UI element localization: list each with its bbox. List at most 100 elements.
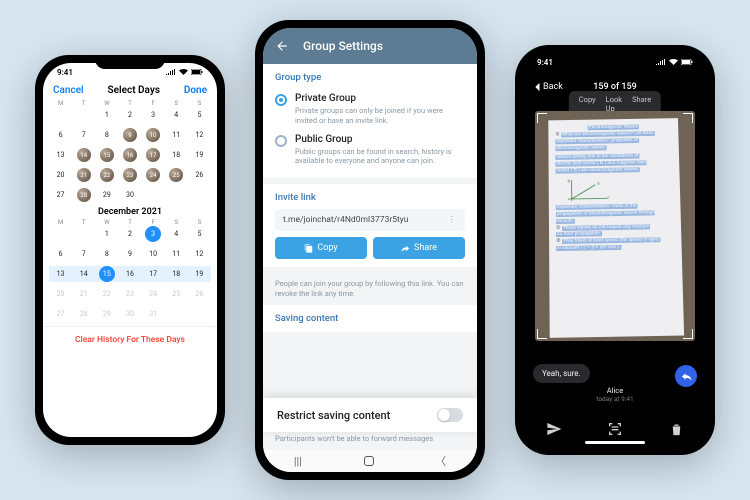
day-cell[interactable]: 10 (142, 127, 165, 143)
day-cell[interactable]: 4 (165, 107, 188, 123)
day-cell (49, 107, 72, 123)
day-cell[interactable]: 23 (118, 167, 141, 183)
day-cell[interactable]: 25 (165, 167, 188, 183)
day-cell[interactable]: 29 (95, 187, 118, 203)
day-cell[interactable]: 18 (165, 147, 188, 163)
day-cell[interactable]: 7 (72, 127, 95, 143)
crop-handle-tr[interactable] (683, 113, 693, 123)
delete-icon[interactable] (669, 422, 684, 437)
day-cell[interactable]: 23 (118, 286, 141, 302)
day-cell[interactable]: 24 (142, 167, 165, 183)
day-cell[interactable]: 17 (142, 147, 165, 163)
day-cell[interactable]: 19 (188, 266, 211, 282)
copy-button[interactable]: Copy (275, 237, 367, 259)
day-cell[interactable]: 6 (49, 127, 72, 143)
day-cell[interactable]: 7 (72, 246, 95, 262)
day-cell[interactable]: 9 (118, 246, 141, 262)
day-cell (49, 226, 72, 242)
private-group-option[interactable]: Private Group Private groups can only be… (275, 89, 465, 130)
document-viewport[interactable]: Electromagnetic Waves ① What are electro… (535, 111, 695, 341)
month1-grid[interactable]: 1234567891011121314151617181920212223242… (43, 107, 217, 203)
day-cell[interactable]: 27 (49, 306, 72, 322)
day-cell[interactable]: 14 (72, 266, 95, 282)
home-indicator[interactable] (585, 441, 645, 444)
recent-apps-icon[interactable]: ||| (294, 455, 302, 468)
group-type-label: Group type (275, 72, 465, 83)
day-cell[interactable]: 31 (142, 306, 165, 322)
toggle-switch[interactable] (437, 408, 463, 422)
day-cell[interactable]: 24 (142, 286, 165, 302)
day-cell[interactable]: 18 (165, 266, 188, 282)
day-cell[interactable]: 8 (95, 246, 118, 262)
day-cell[interactable]: 21 (72, 167, 95, 183)
invite-link-field[interactable]: t.me/joinchat/r4Nd0mI3773r5tyu ⋮ (275, 209, 465, 231)
day-cell[interactable]: 2 (118, 107, 141, 123)
crop-handle-bl[interactable] (537, 329, 547, 339)
day-cell[interactable]: 21 (72, 286, 95, 302)
day-cell[interactable]: 11 (165, 246, 188, 262)
day-cell[interactable]: 2 (118, 226, 141, 242)
day-cell[interactable]: 17 (142, 266, 165, 282)
back-icon[interactable]: 〈 (435, 453, 446, 469)
reply-button[interactable] (675, 365, 697, 387)
day-cell[interactable]: 20 (49, 167, 72, 183)
day-cell[interactable]: 10 (142, 246, 165, 262)
day-cell[interactable]: 12 (188, 246, 211, 262)
day-cell[interactable]: 1 (95, 107, 118, 123)
weekday-label: T (72, 219, 95, 226)
wifi-icon (669, 59, 678, 65)
day-cell[interactable]: 22 (95, 167, 118, 183)
day-cell[interactable]: 15 (95, 266, 118, 282)
crop-handle-br[interactable] (683, 329, 693, 339)
share-button[interactable]: Share (373, 237, 465, 259)
notch (95, 55, 165, 69)
day-cell[interactable]: 13 (49, 147, 72, 163)
day-cell[interactable]: 6 (49, 246, 72, 262)
day-cell[interactable]: 4 (165, 226, 188, 242)
signal-icon (166, 69, 176, 75)
public-group-option[interactable]: Public Group Public groups can be found … (275, 130, 465, 171)
day-cell[interactable]: 15 (95, 147, 118, 163)
day-cell[interactable]: 30 (118, 306, 141, 322)
back-button[interactable]: Back (533, 82, 563, 92)
day-cell[interactable]: 30 (118, 187, 141, 203)
day-cell (72, 226, 95, 242)
send-icon[interactable] (546, 421, 562, 437)
day-cell[interactable]: 9 (118, 127, 141, 143)
day-cell[interactable]: 11 (165, 127, 188, 143)
back-arrow-icon[interactable] (275, 39, 289, 53)
private-group-title: Private Group (295, 93, 465, 104)
day-cell[interactable]: 13 (49, 266, 72, 282)
day-cell[interactable]: 20 (49, 286, 72, 302)
done-button[interactable]: Done (184, 85, 207, 96)
cancel-button[interactable]: Cancel (53, 85, 84, 96)
home-icon[interactable] (364, 456, 374, 466)
weekday-label: T (118, 100, 141, 107)
day-cell[interactable]: 14 (72, 147, 95, 163)
day-cell[interactable]: 28 (72, 187, 95, 203)
day-cell[interactable]: 29 (95, 306, 118, 322)
day-cell[interactable]: 12 (188, 127, 211, 143)
day-cell[interactable]: 28 (72, 306, 95, 322)
day-cell[interactable]: 5 (188, 226, 211, 242)
day-cell[interactable]: 27 (49, 187, 72, 203)
day-cell[interactable]: 16 (118, 147, 141, 163)
day-cell[interactable]: 3 (142, 107, 165, 123)
day-cell[interactable]: 16 (118, 266, 141, 282)
day-cell[interactable]: 26 (188, 167, 211, 183)
saving-content-label: Saving content (275, 313, 465, 324)
day-cell[interactable]: 26 (188, 286, 211, 302)
clear-history-button[interactable]: Clear History For These Days (43, 326, 217, 353)
restrict-saving-row[interactable]: Restrict saving content (263, 398, 477, 432)
day-cell[interactable]: 19 (188, 147, 211, 163)
more-icon[interactable]: ⋮ (448, 215, 458, 225)
day-cell[interactable]: 25 (165, 286, 188, 302)
day-cell[interactable]: 1 (95, 226, 118, 242)
day-cell[interactable]: 5 (188, 107, 211, 123)
day-cell[interactable]: 3 (142, 226, 165, 242)
day-cell[interactable]: 22 (95, 286, 118, 302)
day-cell[interactable]: 8 (95, 127, 118, 143)
crop-handle-tl[interactable] (537, 113, 547, 123)
scan-text-icon[interactable] (607, 421, 623, 437)
month2-grid[interactable]: 1234567891011121314151617181920212223242… (43, 226, 217, 322)
